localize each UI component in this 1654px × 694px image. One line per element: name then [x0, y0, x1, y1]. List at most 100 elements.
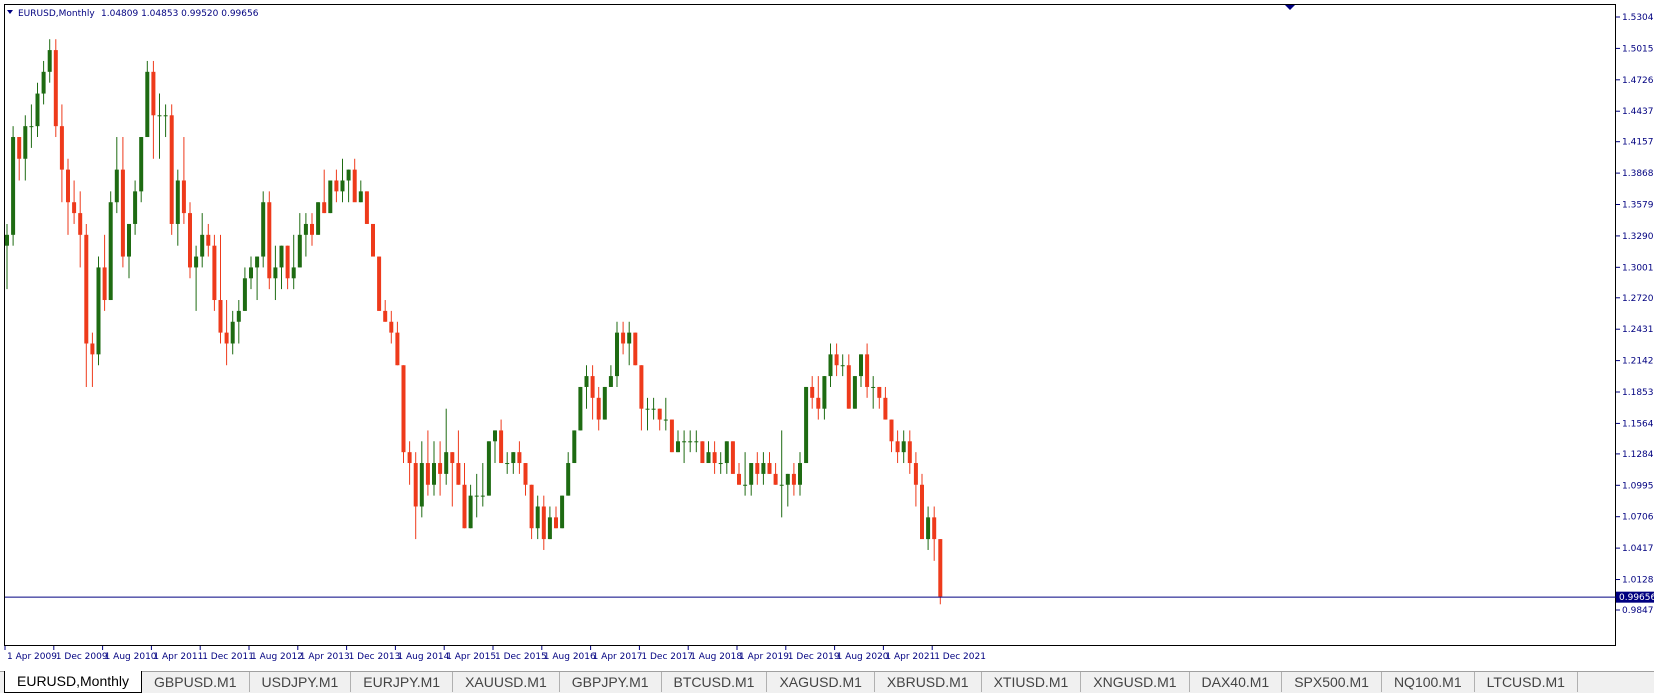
candle-body [236, 310, 241, 322]
time-axis-label: 1 Aug 2016 [544, 652, 596, 662]
candle-body [621, 332, 626, 344]
candle-body [291, 267, 296, 279]
time-axis-label: 1 Apr 2011 [153, 652, 203, 662]
candle-body [749, 463, 754, 485]
time-axis-label: 1 Apr 2019 [739, 652, 789, 662]
candle-body [230, 321, 235, 344]
price-axis-label: 1.44375 [1622, 107, 1654, 117]
candle-body [432, 463, 436, 485]
candle-body [102, 267, 107, 301]
candle-body [224, 332, 229, 344]
symbol-label: EURUSD,Monthly [18, 9, 95, 19]
candle-body [364, 191, 369, 224]
candle-body [456, 463, 461, 485]
price-axis-label: 1.32900 [1622, 232, 1654, 242]
price-axis-label: 1.09950 [1622, 481, 1654, 491]
time-axis-label: 1 Dec 2019 [788, 652, 840, 662]
candle-body [145, 71, 150, 138]
candle-body [316, 202, 321, 235]
candle-body [639, 365, 644, 409]
candle-body [554, 517, 558, 529]
candle-body [267, 202, 272, 279]
candle-body [96, 267, 101, 355]
price-axis-label: 1.12840 [1622, 450, 1654, 460]
candle-body [84, 234, 89, 344]
tab-xngusd-m1[interactable]: XNGUSD.M1 [1081, 672, 1190, 692]
price-axis-label: 1.24315 [1622, 325, 1654, 335]
candle-body [505, 463, 510, 465]
tab-spx500-m1[interactable]: SPX500.M1 [1282, 672, 1382, 692]
candle-body [669, 419, 674, 453]
time-axis-label: 1 Apr 2021 [885, 652, 935, 662]
candle-body [157, 115, 162, 117]
candle-body [66, 169, 70, 203]
tab-xauusd-m1[interactable]: XAUUSD.M1 [453, 672, 560, 692]
candle-body [871, 386, 876, 388]
candle-body [11, 137, 16, 235]
candle-body [108, 202, 113, 301]
time-axis-label: 1 Dec 2013 [349, 652, 401, 662]
tab-xagusd-m1[interactable]: XAGUSD.M1 [767, 672, 875, 692]
candle-body [340, 180, 345, 192]
time-axis-label: 1 Apr 2017 [593, 652, 643, 662]
candle-body [188, 213, 192, 268]
price-axis-label: 1.04170 [1622, 544, 1654, 554]
price-axis-label: 1.01280 [1622, 576, 1654, 586]
current-price-label: 0.99656 [1619, 593, 1654, 603]
chart-window[interactable]: EURUSD,Monthly 1.04809 1.04853 0.99520 0… [0, 0, 1654, 667]
candle-body [5, 234, 9, 246]
candle-body [17, 137, 22, 159]
candle-body [907, 441, 912, 464]
price-axis-label: 1.35790 [1622, 201, 1654, 211]
plot-frame [4, 4, 1616, 646]
tab-ltcusd-m1[interactable]: LTCUSD.M1 [1475, 672, 1578, 692]
candle-body [816, 397, 821, 409]
candle-body [920, 484, 924, 540]
candle-body [53, 50, 58, 127]
candle-body [938, 539, 943, 597]
tab-xtiusd-m1[interactable]: XTIUSD.M1 [982, 672, 1082, 692]
candle-body [468, 495, 473, 529]
candle-body [480, 495, 485, 497]
price-axis-label: 1.18535 [1622, 388, 1654, 398]
tab-eurjpy-m1[interactable]: EURJPY.M1 [351, 672, 454, 692]
time-axis-label: 1 Dec 2009 [56, 652, 108, 662]
candle-body [737, 473, 741, 485]
tab-btcusd-m1[interactable]: BTCUSD.M1 [662, 672, 768, 692]
candle-body [840, 365, 845, 367]
candle-body [371, 223, 375, 257]
candle-body [444, 452, 449, 474]
candle-body [261, 202, 266, 257]
candle-body [590, 376, 595, 398]
time-axis-label: 1 Dec 2011 [202, 652, 254, 662]
candle-body [78, 213, 83, 235]
time-axis-label: 1 Apr 2015 [446, 652, 496, 662]
tab-xbrusd-m1[interactable]: XBRUSD.M1 [875, 672, 982, 692]
candle-body [450, 452, 455, 464]
tab-dax40-m1[interactable]: DAX40.M1 [1190, 672, 1283, 692]
candle-body [724, 441, 729, 464]
tab-gbpusd-m1[interactable]: GBPUSD.M1 [142, 672, 250, 692]
candle-body [529, 484, 534, 529]
tab-nq100-m1[interactable]: NQ100.M1 [1382, 672, 1475, 692]
candle-body [401, 365, 406, 453]
candle-body [645, 408, 650, 410]
candle-body [712, 452, 717, 464]
candle-body [682, 441, 687, 443]
time-axis-label: 1 Dec 2021 [934, 652, 986, 662]
candle-body [706, 452, 711, 464]
tab-usdjpy-m1[interactable]: USDJPY.M1 [250, 672, 352, 692]
candle-body [29, 126, 34, 128]
chart-canvas[interactable]: EURUSD,Monthly 1.04809 1.04853 0.99520 0… [0, 0, 1654, 667]
tab-gbpjpy-m1[interactable]: GBPJPY.M1 [560, 672, 662, 692]
candle-body [810, 386, 815, 398]
candle-body [511, 452, 516, 464]
candle-body [730, 441, 735, 474]
candle-body [346, 169, 351, 181]
candle-body [517, 452, 522, 464]
price-axis: 1.53045 1.50155 1.47265 1.44375 1.41570 1.386… [1616, 13, 1654, 616]
candle-body [846, 365, 851, 409]
tab-eurusd-monthly[interactable]: EURUSD,Monthly [4, 671, 143, 693]
candle-body [395, 332, 400, 366]
candle-body [285, 245, 290, 279]
